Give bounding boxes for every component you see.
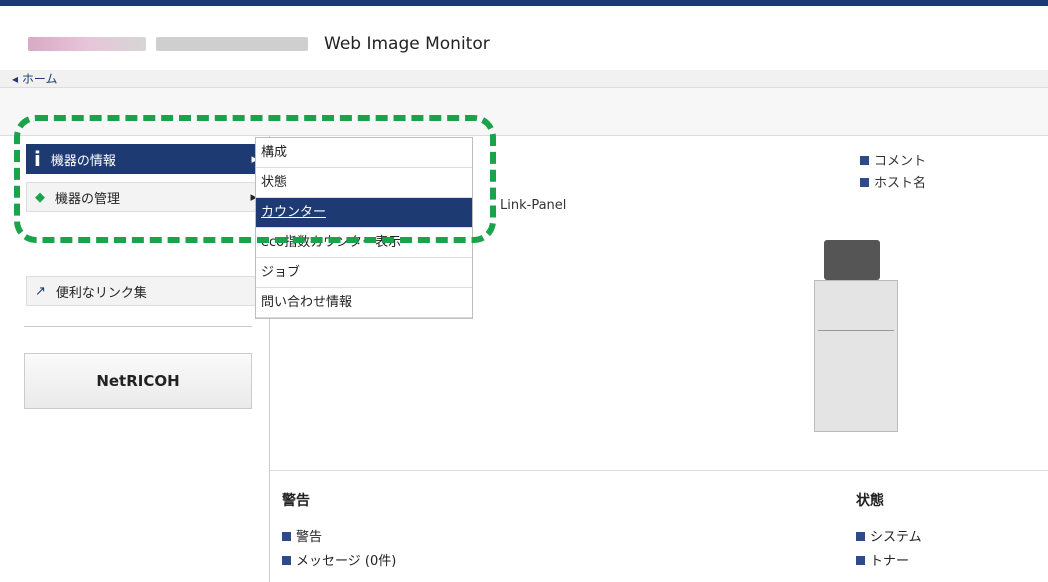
- section-divider: [270, 470, 1048, 471]
- brand: Web Image Monitor: [28, 34, 490, 54]
- home-link[interactable]: ◂ ホーム: [12, 72, 57, 86]
- netricoh-button[interactable]: NetRICOH: [24, 353, 252, 409]
- status-heading: 状態: [856, 493, 884, 509]
- product-title: Web Image Monitor: [324, 34, 490, 54]
- top-bar: Web Image Monitor: [0, 0, 1048, 70]
- submenu-item-inquiry[interactable]: 問い合わせ情報: [256, 288, 472, 318]
- status-item-system[interactable]: システム: [856, 526, 922, 545]
- comment-label: コメント: [860, 150, 926, 169]
- link-arrow-icon: ↗: [35, 283, 46, 299]
- divider: [24, 326, 252, 327]
- submenu-item-job[interactable]: ジョブ: [256, 258, 472, 288]
- printer-image: [808, 240, 904, 436]
- host-label: ホスト名: [860, 172, 926, 191]
- status-item-toner[interactable]: トナー: [856, 550, 909, 569]
- breadcrumb[interactable]: ◂ ホーム: [0, 70, 1048, 88]
- highlight-annotation: [14, 115, 496, 243]
- alerts-item-warning[interactable]: 警告: [282, 526, 322, 545]
- brand-model-blurred: [156, 37, 308, 51]
- sidebar-item-useful-links[interactable]: ↗ 便利なリンク集: [26, 276, 266, 306]
- alerts-heading: 警告: [282, 493, 310, 509]
- model-suffix: Link-Panel: [500, 198, 567, 213]
- alerts-item-messages[interactable]: メッセージ (0件): [282, 550, 396, 569]
- brand-logo-blurred: [28, 37, 146, 51]
